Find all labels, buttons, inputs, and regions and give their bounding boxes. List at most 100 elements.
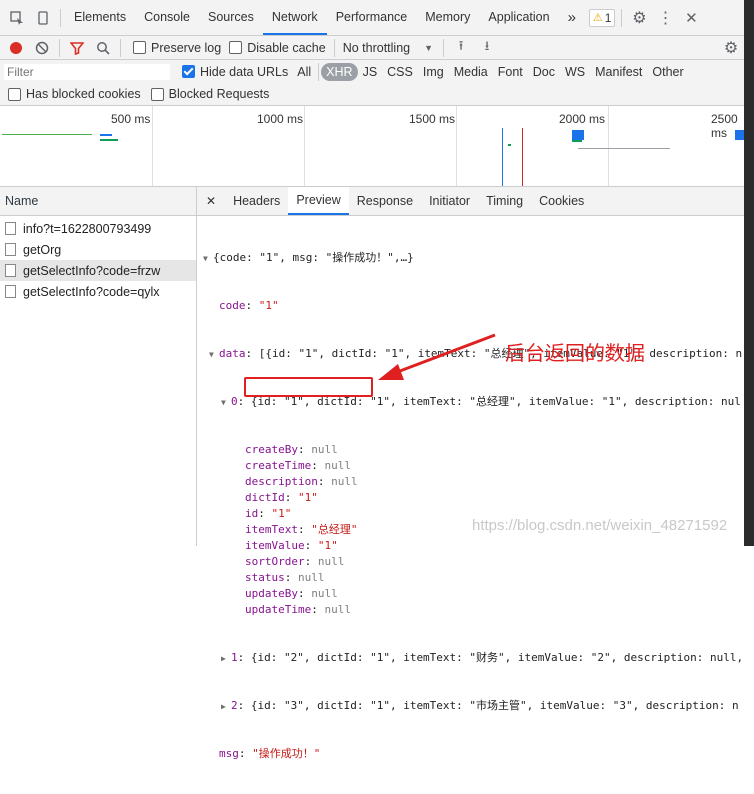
timeline-bar (572, 140, 582, 142)
json-value: null (311, 587, 338, 600)
highlight-box (244, 377, 373, 397)
json-field-row: createBy: null (245, 443, 338, 456)
close-icon[interactable]: ✕ (678, 5, 704, 31)
search-icon[interactable] (90, 35, 116, 61)
divider (443, 38, 445, 57)
json-array-summary: [{id: "1", dictId: "1", itemText: "总经理",… (258, 347, 743, 360)
request-row[interactable]: getSelectInfo?code=qylx (0, 281, 196, 302)
json-item-row[interactable]: ▶ 2: {id: "3", dictId: "1", itemText: "市场… (203, 698, 743, 714)
json-value: null (324, 603, 351, 616)
filter-type-xhr[interactable]: XHR (321, 62, 358, 81)
network-overview-timeline[interactable]: 500 ms 1000 ms 1500 ms 2000 ms 2500 ms (0, 106, 754, 187)
tab-cookies[interactable]: Cookies (531, 187, 592, 215)
network-settings-gear-icon[interactable]: ⚙ (718, 35, 744, 61)
tab-initiator[interactable]: Initiator (421, 187, 478, 215)
tab-application[interactable]: Application (479, 0, 558, 35)
request-row-selected[interactable]: getSelectInfo?code=frzw (0, 260, 196, 281)
json-item-row[interactable]: ▶ 1: {id: "2", dictId: "1", itemText: "财务… (203, 650, 743, 666)
filter-type-media[interactable]: Media (449, 63, 493, 81)
json-key: itemText (245, 523, 298, 536)
tab-elements[interactable]: Elements (65, 0, 135, 35)
name-column-header[interactable]: Name (0, 187, 196, 216)
preserve-log-label: Preserve log (151, 40, 222, 55)
hide-data-urls-checkbox[interactable] (182, 65, 195, 78)
request-name: getSelectInfo?code=frzw (23, 263, 161, 278)
request-row[interactable]: getOrg (0, 239, 196, 260)
json-field-row: updateBy: null (245, 587, 338, 600)
more-options-icon[interactable]: ⋮ (652, 5, 678, 31)
tab-timing[interactable]: Timing (478, 187, 531, 215)
filter-type-js[interactable]: JS (358, 63, 383, 81)
request-name: getOrg (23, 242, 62, 257)
json-value: null (331, 475, 358, 488)
blocked-requests-checkbox[interactable] (150, 87, 164, 101)
disable-cache-checkbox[interactable] (229, 41, 243, 54)
json-key: id (245, 507, 259, 520)
dom-content-loaded-marker (502, 128, 503, 186)
filter-type-all[interactable]: All (292, 63, 316, 81)
tab-performance[interactable]: Performance (327, 0, 417, 35)
inspect-element-icon[interactable] (4, 5, 30, 31)
tab-response[interactable]: Response (349, 187, 421, 215)
throttling-value: No throttling (342, 40, 411, 55)
timeline-label: 500 ms (111, 112, 151, 126)
expand-triangle-icon[interactable]: ▶ (221, 699, 231, 715)
filter-type-ws[interactable]: WS (560, 63, 590, 81)
tab-headers[interactable]: Headers (225, 187, 288, 215)
network-toolbar: Preserve log Disable cache No throttling… (0, 36, 754, 60)
timeline-label: 1000 ms (257, 112, 304, 126)
filter-type-manifest[interactable]: Manifest (590, 63, 647, 81)
filter-type-other[interactable]: Other (647, 63, 688, 81)
blocked-cookies-checkbox[interactable] (8, 87, 21, 101)
json-field-row: updateTime: null (245, 603, 351, 616)
filter-icon[interactable] (64, 35, 90, 61)
json-key: msg (219, 747, 239, 760)
filter-type-img[interactable]: Img (418, 63, 449, 81)
json-row: code: "1" (219, 299, 279, 312)
settings-gear-icon[interactable]: ⚙ (626, 5, 652, 31)
json-root-row[interactable]: ▼ {code: "1", msg: "操作成功！",…} (203, 250, 743, 266)
timeline-bar (735, 130, 744, 140)
import-har-icon[interactable]: ⭱ (448, 35, 474, 61)
throttling-select[interactable]: No throttling ▼ (343, 41, 433, 55)
hide-data-urls-label: Hide data URLs (200, 64, 289, 79)
json-root-summary: {code: "1", msg: "操作成功！",…} (213, 251, 414, 264)
tab-network[interactable]: Network (262, 0, 327, 35)
divider (59, 38, 60, 57)
json-value: "操作成功！" (252, 747, 321, 760)
timeline-gridline (608, 106, 609, 186)
expand-triangle-icon[interactable]: ▶ (221, 651, 231, 667)
clear-icon[interactable] (29, 35, 55, 61)
filter-bar: Hide data URLs All XHR JS CSS Img Media … (0, 60, 754, 83)
filter-type-doc[interactable]: Doc (528, 63, 560, 81)
expand-triangle-icon[interactable]: ▼ (209, 347, 219, 363)
json-field-row: description: null (245, 475, 358, 488)
json-value: null (311, 443, 338, 456)
json-value: "1" (258, 299, 279, 312)
warning-badge[interactable]: ⚠ 1 (588, 8, 616, 27)
filter-type-font[interactable]: Font (493, 63, 528, 81)
expand-triangle-icon[interactable]: ▼ (203, 251, 213, 267)
json-value: null (324, 459, 351, 472)
devtools-tabbar: Elements Console Sources Network Perform… (0, 0, 754, 36)
timeline-bar (100, 139, 118, 141)
more-tabs-button[interactable]: » (559, 0, 585, 35)
json-key: code (219, 299, 246, 312)
request-row[interactable]: info?t=1622800793499 (0, 218, 196, 239)
tab-sources[interactable]: Sources (199, 0, 263, 35)
json-key: createBy (245, 443, 298, 456)
tab-console[interactable]: Console (135, 0, 199, 35)
close-detail-icon[interactable]: ✕ (197, 194, 225, 208)
tab-memory[interactable]: Memory (416, 0, 479, 35)
record-icon[interactable] (3, 35, 29, 61)
json-key: updateTime (245, 603, 312, 616)
device-toolbar-icon[interactable] (30, 5, 56, 31)
export-har-icon[interactable]: ⭳ (474, 35, 500, 61)
json-value: "1" (271, 507, 292, 520)
filter-input[interactable] (4, 63, 170, 80)
preserve-log-checkbox[interactable] (133, 41, 146, 54)
tab-preview[interactable]: Preview (288, 187, 349, 215)
warning-count: 1 (604, 10, 612, 25)
filter-type-css[interactable]: CSS (382, 63, 418, 81)
expand-triangle-icon[interactable]: ▼ (221, 395, 231, 411)
